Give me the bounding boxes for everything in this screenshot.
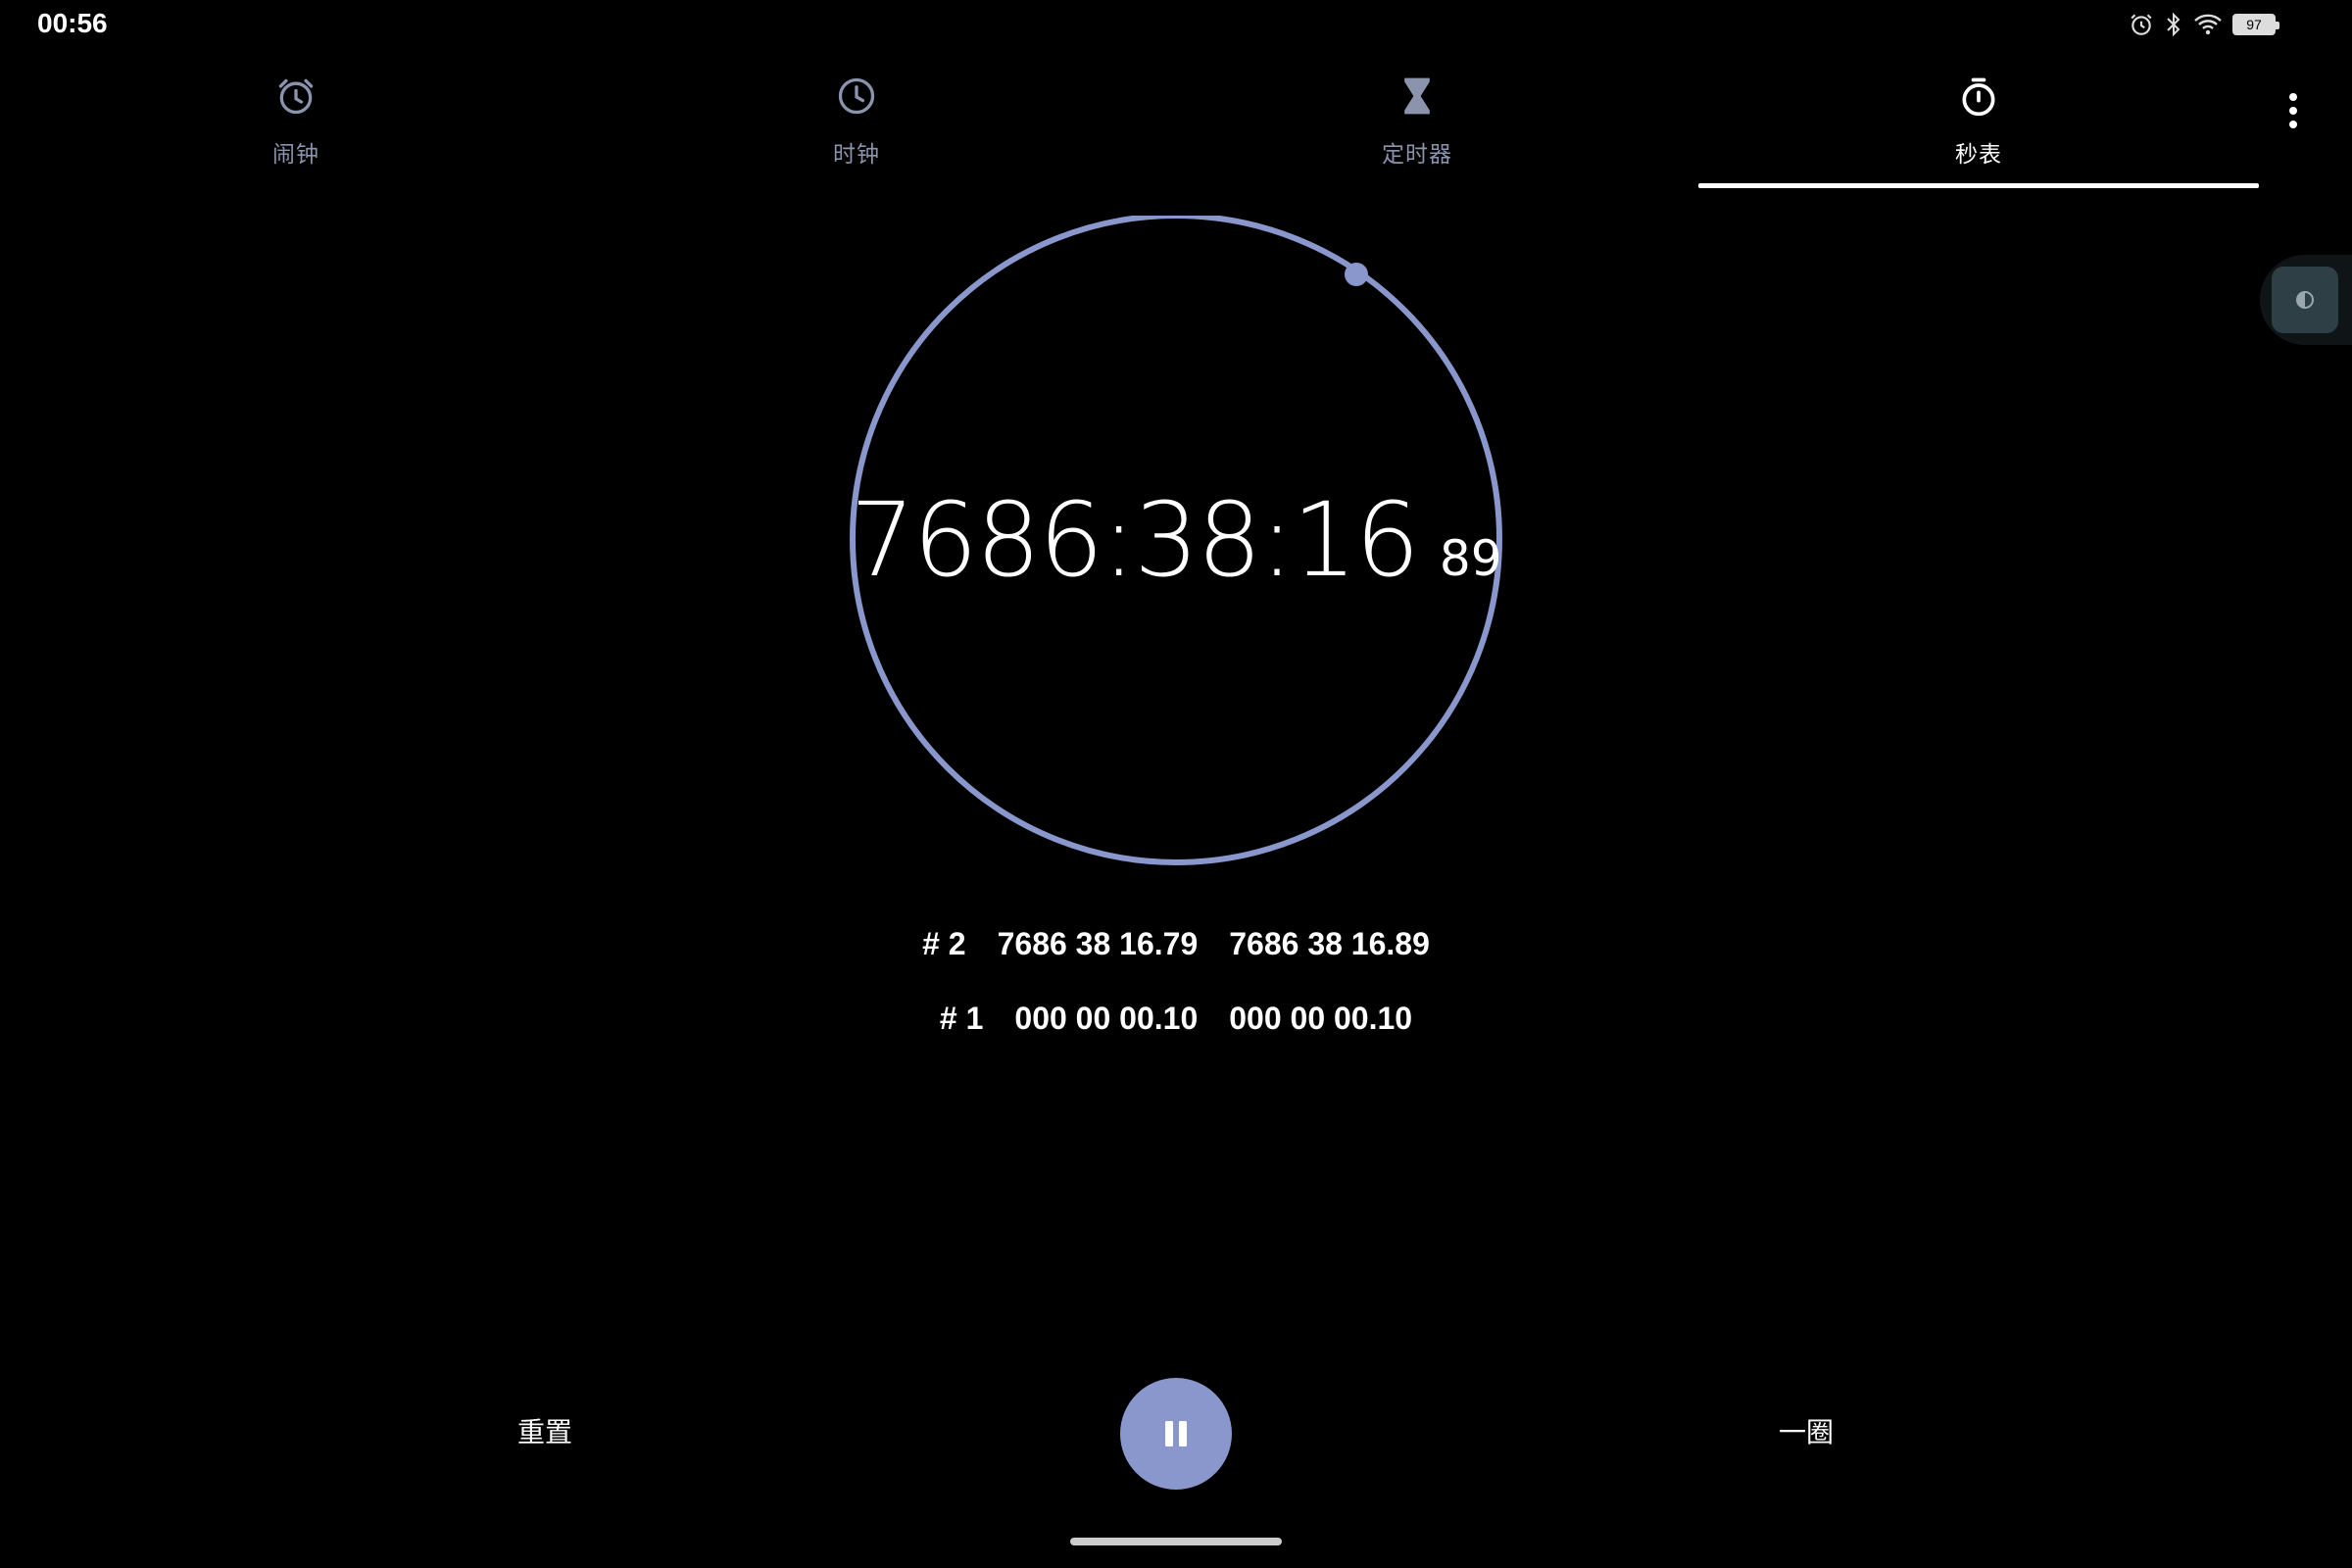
lap-button[interactable]: 一圈 xyxy=(1779,1411,1834,1450)
tab-label: 定时器 xyxy=(1382,141,1452,167)
lap-time: 000 00 00.10 xyxy=(1014,1000,1199,1036)
elapsed-time-main: 7686:38:16 xyxy=(850,480,1419,600)
active-tab-indicator xyxy=(1698,183,2259,188)
lap-total-time: 7686 38 16.89 xyxy=(1229,925,1430,961)
tab-clock[interactable]: 时钟 xyxy=(576,59,1137,186)
tab-bar: 闹钟 时钟 定时器 秒表 xyxy=(0,59,2259,191)
alarm-icon xyxy=(274,69,318,123)
bottom-controls: 重置 一圈 xyxy=(0,1372,2352,1499)
menu-dot-icon xyxy=(2289,93,2297,101)
tab-label: 秒表 xyxy=(1955,141,2002,167)
battery-icon: 97 xyxy=(2232,14,2279,35)
status-time: 00:56 xyxy=(37,8,108,38)
menu-dot-icon xyxy=(2289,107,2297,115)
tab-label: 闹钟 xyxy=(272,141,319,167)
lap-number: # 2 xyxy=(922,925,966,961)
battery-level: 97 xyxy=(2246,17,2262,32)
lap-number: # 1 xyxy=(939,1000,984,1036)
lap-list: # 2 7686 38 16.79 7686 38 16.89 # 1 000 … xyxy=(0,906,2352,1055)
menu-dot-icon xyxy=(2289,121,2297,128)
elapsed-time-hundredths: 89 xyxy=(1439,530,1502,587)
alarm-icon xyxy=(2129,12,2154,37)
clock-icon xyxy=(835,69,878,123)
wifi-icon xyxy=(2193,12,2223,37)
status-icons: 97 xyxy=(2129,10,2279,39)
tab-alarm[interactable]: 闹钟 xyxy=(16,59,576,186)
stopwatch-progress-dot xyxy=(1345,263,1368,286)
stopwatch-icon xyxy=(1957,69,2000,123)
tab-label: 时钟 xyxy=(833,141,880,167)
reset-button[interactable]: 重置 xyxy=(517,1411,572,1450)
lap-time: 7686 38 16.79 xyxy=(997,925,1199,961)
overflow-menu-button[interactable] xyxy=(2272,86,2315,135)
lap-total-time: 000 00 00.10 xyxy=(1229,1000,1413,1036)
contrast-icon xyxy=(2272,267,2338,333)
pause-button[interactable] xyxy=(1120,1378,1232,1490)
status-bar: 00:56 97 xyxy=(0,0,2352,49)
tab-stopwatch[interactable]: 秒表 xyxy=(1698,59,2259,186)
pause-icon xyxy=(1165,1421,1187,1446)
bluetooth-icon xyxy=(2164,12,2183,37)
floating-side-toggle[interactable] xyxy=(2260,255,2352,345)
home-indicator[interactable] xyxy=(1070,1538,1282,1545)
tab-timer[interactable]: 定时器 xyxy=(1137,59,1697,186)
lap-row: # 1 000 00 00.10 000 00 00.10 xyxy=(0,981,2352,1055)
lap-row: # 2 7686 38 16.79 7686 38 16.89 xyxy=(0,906,2352,981)
elapsed-time-display: 7686:38:16 89 xyxy=(848,480,1504,608)
hourglass-icon xyxy=(1397,69,1437,123)
